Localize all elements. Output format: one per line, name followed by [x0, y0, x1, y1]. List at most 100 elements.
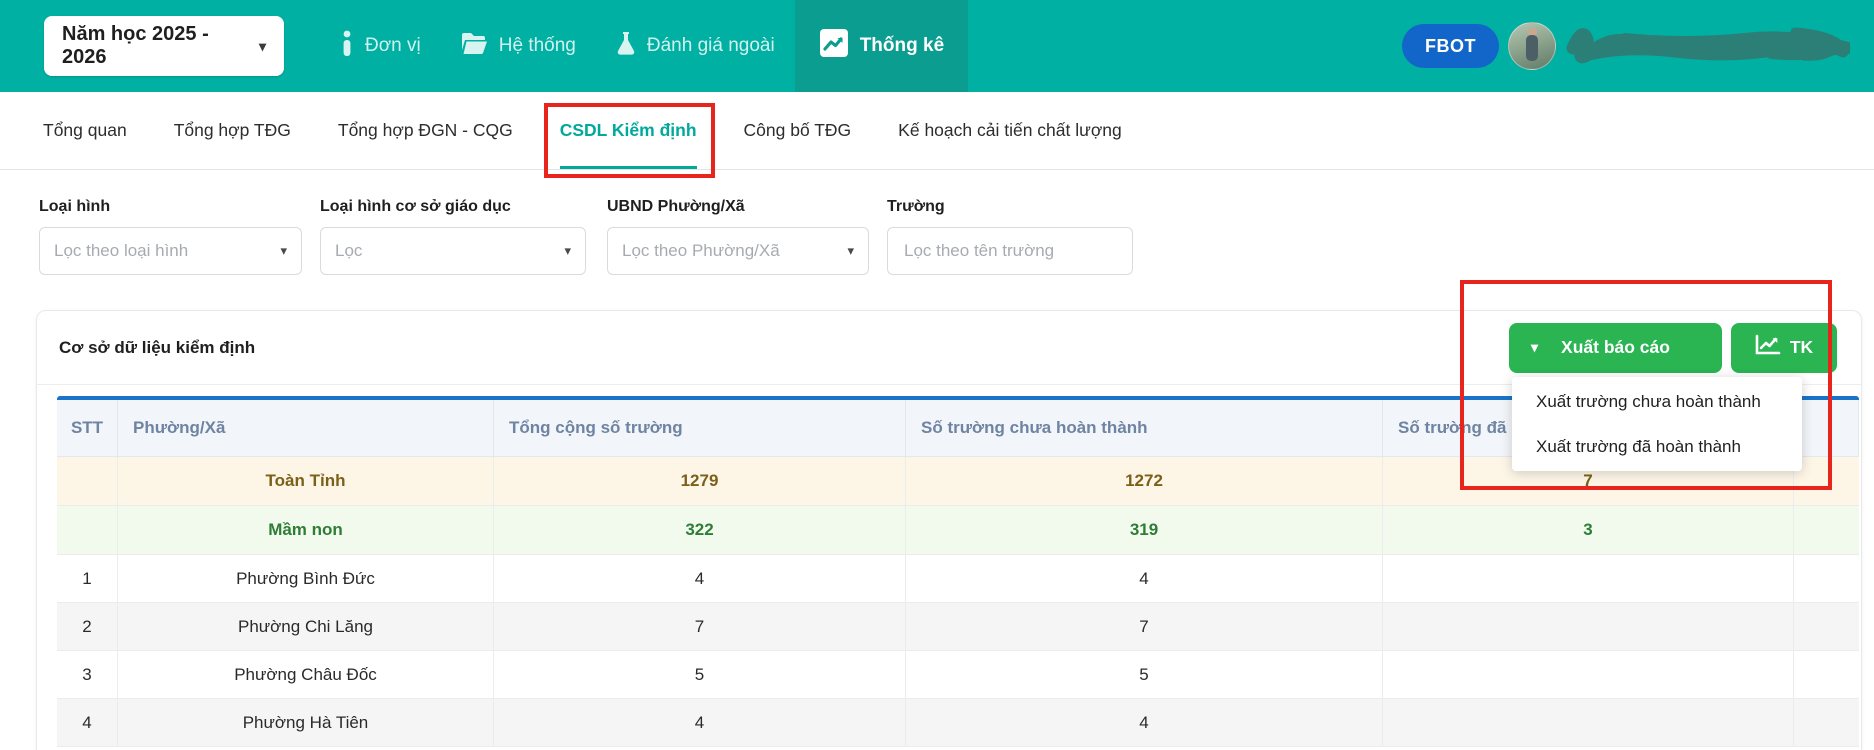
csdl-panel: Cơ sở dữ liệu kiểm định ▾ Xuất báo cáo T… [36, 310, 1862, 750]
flask-icon [616, 31, 636, 62]
school-year-label: Năm học 2025 - 2026 [62, 23, 249, 69]
cell-extra [1794, 506, 1859, 554]
cell-name: Phường Châu Đốc [118, 651, 494, 698]
app-header: Năm học 2025 - 2026 ▾ Đơn vị Hệ thống Đá… [0, 0, 1874, 92]
filter-bar: Loại hình Lọc theo loại hình ▾ Loại hình… [39, 198, 1133, 275]
filter-label: Loại hình [39, 198, 302, 216]
select-placeholder: Lọc [335, 241, 362, 261]
panel-header: Cơ sở dữ liệu kiểm định ▾ Xuất báo cáo T… [37, 311, 1861, 385]
user-avatar[interactable] [1508, 22, 1556, 70]
info-icon [340, 30, 354, 62]
table-row: 3 Phường Châu Đốc 5 5 [57, 651, 1859, 699]
tab-tong-quan[interactable]: Tổng quan [43, 92, 127, 169]
panel-title: Cơ sở dữ liệu kiểm định [59, 338, 255, 358]
col-header-tong-cong: Tổng cộng số trường [494, 400, 906, 456]
table-row: 2 Phường Chi Lăng 7 7 [57, 603, 1859, 651]
export-report-label: Xuất báo cáo [1561, 337, 1670, 358]
cell-extra [1794, 555, 1859, 602]
fbot-label: FBOT [1425, 36, 1476, 57]
cell-complete: 3 [1383, 506, 1794, 554]
cell-stt: 2 [57, 603, 118, 650]
filter-label: UBND Phường/Xã [607, 198, 869, 216]
cell-incomplete: 5 [906, 651, 1383, 698]
nav-item-thong-ke[interactable]: Thống kê [795, 0, 968, 92]
nav-item-label: Hệ thống [499, 35, 576, 57]
tab-label: Kế hoạch cải tiến chất lượng [898, 120, 1122, 141]
select-placeholder: Lọc theo Phường/Xã [622, 241, 780, 261]
cell-incomplete: 4 [906, 699, 1383, 746]
cell-total: 4 [494, 555, 906, 602]
filter-truong: Trường [887, 198, 1133, 275]
cell-stt: 4 [57, 699, 118, 746]
main-nav: Đơn vị Hệ thống Đánh giá ngoài Thống kê [320, 0, 968, 92]
col-header-extra [1794, 400, 1859, 456]
cell-complete [1383, 651, 1794, 698]
cell-total: 1279 [494, 457, 906, 505]
fbot-button[interactable]: FBOT [1402, 24, 1499, 68]
cell-incomplete: 1272 [906, 457, 1383, 505]
cell-name: Phường Chi Lăng [118, 603, 494, 650]
tk-statistics-button[interactable]: TK [1731, 323, 1837, 373]
nav-item-label: Đánh giá ngoài [647, 35, 775, 57]
tab-label: CSDL Kiểm định [560, 120, 697, 141]
tab-ke-hoach-cai-tien[interactable]: Kế hoạch cải tiến chất lượng [898, 92, 1122, 169]
table-row: 1 Phường Bình Đức 4 4 [57, 555, 1859, 603]
cell-complete [1383, 603, 1794, 650]
menu-item-export-complete[interactable]: Xuất trường đã hoàn thành [1512, 424, 1802, 469]
menu-item-export-incomplete[interactable]: Xuất trường chưa hoàn thành [1512, 379, 1802, 424]
cell-total: 5 [494, 651, 906, 698]
ubnd-phuong-xa-select[interactable]: Lọc theo Phường/Xã ▾ [607, 227, 869, 275]
filter-label: Loại hình cơ sở giáo dục [320, 198, 586, 216]
cell-extra [1794, 457, 1859, 505]
filter-loai-hinh-csgd: Loại hình cơ sở giáo dục Lọc ▾ [320, 198, 586, 275]
cell-incomplete: 319 [906, 506, 1383, 554]
cell-name: Phường Hà Tiên [118, 699, 494, 746]
tab-label: Tổng quan [43, 120, 127, 141]
loai-hinh-select[interactable]: Lọc theo loại hình ▾ [39, 227, 302, 275]
tab-cong-bo-tdg[interactable]: Công bố TĐG [744, 92, 852, 169]
caret-down-icon: ▾ [280, 243, 287, 259]
export-menu: Xuất trường chưa hoàn thành Xuất trường … [1512, 377, 1802, 471]
section-tabs: Tổng quan Tổng hợp TĐG Tổng hợp ĐGN - CQ… [0, 92, 1874, 170]
cell-total: 4 [494, 699, 906, 746]
select-placeholder: Lọc theo loại hình [54, 241, 188, 261]
tab-tong-hop-dgn-cqg[interactable]: Tổng hợp ĐGN - CQG [338, 92, 513, 169]
chart-line-icon [1755, 334, 1781, 361]
filter-loai-hinh: Loại hình Lọc theo loại hình ▾ [39, 198, 302, 275]
tab-label: Tổng hợp TĐG [174, 120, 291, 141]
cell-stt [57, 506, 118, 554]
cell-stt [57, 457, 118, 505]
nav-item-don-vi[interactable]: Đơn vị [320, 0, 441, 92]
nav-item-danh-gia-ngoai[interactable]: Đánh giá ngoài [596, 0, 795, 92]
caret-down-icon: ▾ [259, 38, 266, 55]
caret-down-icon: ▾ [1531, 338, 1538, 355]
nav-item-label: Đơn vị [365, 35, 421, 57]
col-header-chua-hoan-thanh: Số trường chưa hoàn thành [906, 400, 1383, 456]
cell-name: Mầm non [118, 506, 494, 554]
tab-tong-hop-tdg[interactable]: Tổng hợp TĐG [174, 92, 291, 169]
cell-total: 7 [494, 603, 906, 650]
header-right: FBOT [1402, 18, 1850, 75]
filter-label: Trường [887, 198, 1133, 216]
folder-icon [461, 32, 488, 60]
nav-item-he-thong[interactable]: Hệ thống [441, 0, 596, 92]
chart-icon [819, 28, 849, 64]
cell-extra [1794, 699, 1859, 746]
cell-extra [1794, 651, 1859, 698]
truong-search-input[interactable] [902, 240, 1118, 262]
cell-complete [1383, 699, 1794, 746]
school-year-selector[interactable]: Năm học 2025 - 2026 ▾ [44, 16, 284, 76]
panel-actions: ▾ Xuất báo cáo TK [1509, 323, 1837, 373]
caret-down-icon: ▾ [847, 243, 854, 259]
cell-stt: 3 [57, 651, 118, 698]
cell-stt: 1 [57, 555, 118, 602]
cell-total: 322 [494, 506, 906, 554]
tk-label: TK [1790, 337, 1813, 358]
loai-hinh-csgd-select[interactable]: Lọc ▾ [320, 227, 586, 275]
tab-csdl-kiem-dinh[interactable]: CSDL Kiểm định [560, 92, 697, 169]
cell-complete [1383, 555, 1794, 602]
redacted-username-scribble [1565, 18, 1850, 75]
summary-row-mam-non: Mầm non 322 319 3 [57, 506, 1859, 555]
cell-name: Phường Bình Đức [118, 555, 494, 602]
export-report-button[interactable]: ▾ Xuất báo cáo [1509, 323, 1722, 373]
